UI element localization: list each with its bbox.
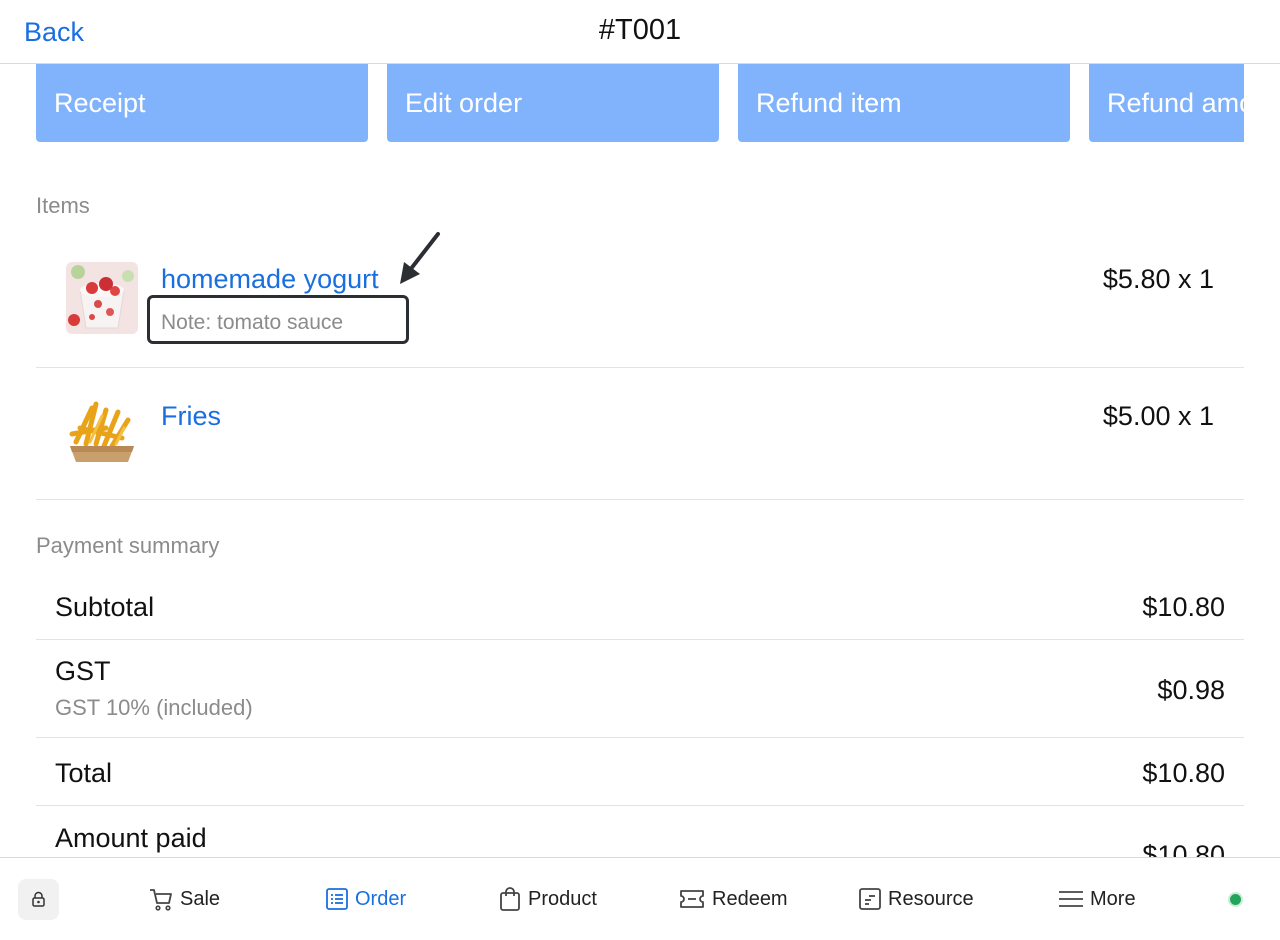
page-title: #T001 [598,14,682,46]
edit-order-button[interactable]: Edit order [387,64,719,142]
connection-status-indicator [1228,892,1243,907]
refund-item-button[interactable]: Refund item [738,64,1070,142]
nav-redeem[interactable]: Redeem [678,885,788,913]
fries-image [66,398,138,470]
payment-summary-label: Payment summary [36,533,220,558]
nav-resource-label: Resource [888,887,974,910]
total-value: $10.80 [1142,758,1225,788]
amount-paid-label: Amount paid [55,823,207,853]
subtotal-label: Subtotal [55,592,155,622]
item-price: $5.00 x 1 [1102,401,1214,431]
refund-amount-button[interactable]: Refund amount [1089,64,1244,142]
nav-sale[interactable]: Sale [148,885,220,913]
ticket-icon [680,890,704,908]
total-label: Total [55,758,113,788]
nav-resource[interactable]: Resource [858,885,974,913]
gst-label: GST [55,656,111,686]
items-section-label: Items [36,193,90,218]
yogurt-image [66,262,138,334]
annotation-arrow-icon [400,232,440,284]
nav-redeem-label: Redeem [712,887,788,910]
lock-icon [32,891,45,907]
nav-sale-label: Sale [180,887,221,910]
nav-more[interactable]: More [1058,885,1136,913]
gst-note: GST 10% (included) [55,695,253,720]
receipt-button[interactable]: Receipt [36,64,368,142]
note-highlight-box [147,295,409,344]
item-name-link[interactable]: Fries [161,401,221,432]
bag-icon [500,887,520,911]
nav-order-label: Order [355,887,407,910]
order-item-row[interactable]: Fries $5.00 x 1 [36,368,1244,500]
subtotal-row: Subtotal $10.80 [36,575,1244,640]
list-icon [326,888,348,910]
cart-icon [150,889,172,911]
nav-product[interactable]: Product [498,885,597,913]
item-name-link[interactable]: homemade yogurt [161,264,379,295]
item-price: $5.80 x 1 [1102,264,1214,294]
nav-product-label: Product [528,887,597,910]
document-icon [859,888,881,910]
subtotal-value: $10.80 [1142,592,1225,622]
bottom-nav: Sale Order Product Redeem Resource More [0,857,1280,940]
gst-row: GST GST 10% (included) $0.98 [36,640,1244,738]
top-bar: Back #T001 [0,0,1280,64]
menu-icon [1059,891,1083,907]
gst-value: $0.98 [1157,675,1225,705]
total-row: Total $10.80 [36,738,1244,806]
nav-order[interactable]: Order [325,885,406,913]
nav-more-label: More [1090,887,1136,910]
lock-button[interactable] [18,879,59,920]
action-buttons: Receipt Edit order Refund item Refund am… [36,64,1244,142]
